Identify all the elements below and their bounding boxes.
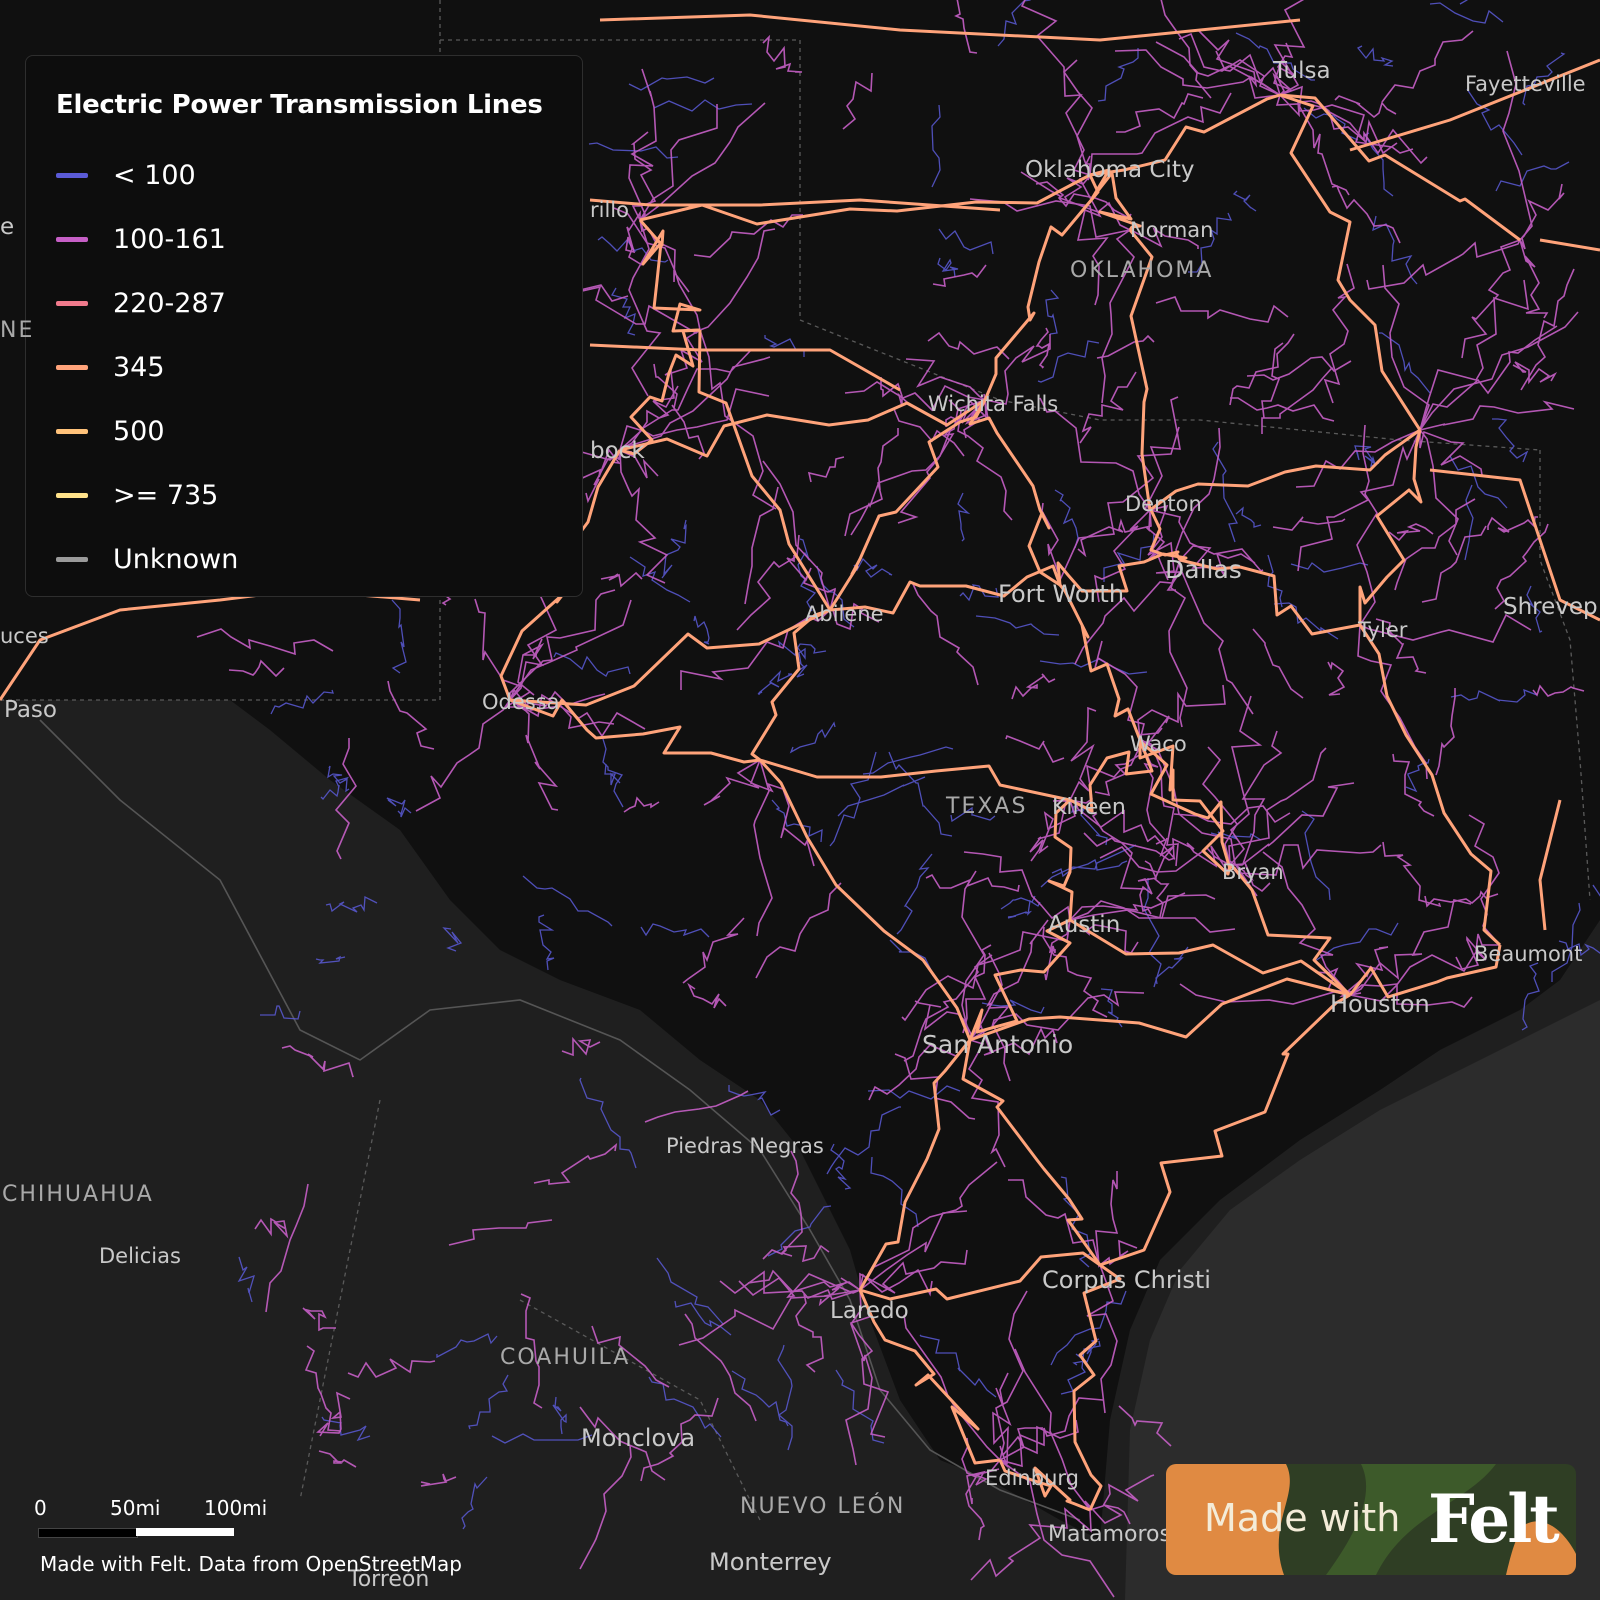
transmission-line <box>302 1307 336 1332</box>
label-killeen: Killeen <box>1052 795 1126 820</box>
transmission-line <box>684 1313 757 1422</box>
transmission-line <box>325 895 378 913</box>
legend-item: 100-161 <box>56 207 552 271</box>
label-oklahoma: OKLAHOMA <box>1070 258 1214 283</box>
label-santa-fe: e <box>0 214 15 240</box>
legend-label: 500 <box>113 415 165 447</box>
scale-segment-dark <box>38 1528 138 1538</box>
label-lubbock: bock <box>590 438 645 464</box>
label-new-mexico: NE <box>0 318 35 343</box>
label-beaumont: Beaumont <box>1474 942 1583 966</box>
transmission-line <box>265 1183 309 1313</box>
scale-bar: 0 50mi 100mi <box>34 1496 278 1538</box>
legend-items: < 100 100-161 220-287 345 500 >= 735 Unknown <box>56 143 552 591</box>
label-edinburg: Edinburg <box>985 1466 1079 1490</box>
label-corpus-christi: Corpus Christi <box>1042 1266 1211 1294</box>
scale-segment-light <box>136 1528 234 1536</box>
label-las-cruces: uces <box>0 624 49 648</box>
legend-item: 500 <box>56 399 552 463</box>
transmission-line <box>552 1396 567 1435</box>
label-coahuila: COAHUILA <box>500 1345 631 1370</box>
transmission-line <box>491 1433 593 1444</box>
legend-label: >= 735 <box>113 479 219 511</box>
transmission-line <box>448 1219 553 1246</box>
legend-swatch <box>56 428 88 434</box>
label-piedras-negras: Piedras Negras <box>666 1134 824 1158</box>
scale-label-mid: 50mi <box>110 1496 161 1520</box>
badge-text: Made with <box>1204 1496 1401 1540</box>
transmission-line <box>436 1333 498 1359</box>
legend-swatch <box>56 172 88 178</box>
label-texas: TEXAS <box>946 794 1028 819</box>
label-san-antonio: San Antonio <box>922 1030 1074 1059</box>
transmission-line <box>442 927 463 952</box>
label-delicias: Delicias <box>99 1244 181 1268</box>
legend-title: Electric Power Transmission Lines <box>56 90 543 120</box>
label-tyler: Tyler <box>1358 618 1408 642</box>
label-oklahoma-city: Oklahoma City <box>1025 157 1195 183</box>
legend-panel: Electric Power Transmission Lines < 100 1… <box>25 55 583 597</box>
transmission-line <box>656 1257 724 1325</box>
transmission-line <box>461 1476 488 1530</box>
label-tulsa: Tulsa <box>1273 58 1331 84</box>
label-austin: Austin <box>1048 912 1121 938</box>
transmission-line <box>318 1450 357 1468</box>
label-shreveport: Shrevep <box>1503 594 1598 620</box>
legend-swatch <box>56 236 88 242</box>
legend-item: >= 735 <box>56 463 552 527</box>
label-fort-worth: Fort Worth <box>998 580 1125 608</box>
label-matamoros: Matamoros <box>1048 1522 1171 1547</box>
legend-label: Unknown <box>113 543 239 575</box>
label-wichita-falls: Wichita Falls <box>928 392 1059 416</box>
transmission-line <box>561 1036 601 1057</box>
legend-item: 345 <box>56 335 552 399</box>
legend-label: < 100 <box>113 159 196 191</box>
transmission-line <box>579 1444 632 1570</box>
label-monterrey: Monterrey <box>709 1548 832 1576</box>
transmission-line <box>254 1217 289 1239</box>
label-dallas: Dallas <box>1165 555 1242 584</box>
label-laredo: Laredo <box>830 1298 909 1324</box>
label-monclova: Monclova <box>581 1424 696 1452</box>
label-bryan: Bryan <box>1222 860 1284 884</box>
legend-swatch <box>56 492 88 498</box>
label-nuevo-leon: NUEVO LEÓN <box>740 1494 906 1519</box>
label-fayetteville: Fayetteville <box>1465 72 1586 96</box>
transmission-line <box>347 1358 436 1379</box>
legend-item: < 100 <box>56 143 552 207</box>
label-waco: Waco <box>1130 732 1187 756</box>
legend-swatch <box>56 300 88 306</box>
legend-label: 220-287 <box>113 287 226 319</box>
transmission-line <box>533 1143 618 1185</box>
label-denton: Denton <box>1125 492 1202 516</box>
legend-item: Unknown <box>56 527 552 591</box>
label-houston: Houston <box>1330 990 1430 1018</box>
made-with-felt-badge[interactable]: Made with Felt <box>1166 1464 1576 1575</box>
transmission-line <box>777 1344 793 1451</box>
label-odessa: Odessa <box>482 690 560 714</box>
felt-logo: Felt <box>1428 1480 1560 1558</box>
legend-item: 220-287 <box>56 271 552 335</box>
label-norman: Norman <box>1130 218 1214 242</box>
legend-label: 345 <box>113 351 165 383</box>
attribution-text: Made with Felt. Data from OpenStreetMap <box>40 1552 462 1576</box>
transmission-line <box>237 1256 255 1303</box>
label-el-paso: Paso <box>4 697 57 723</box>
transmission-line <box>468 1374 509 1430</box>
label-amarillo: rillo <box>590 198 629 222</box>
transmission-line <box>579 1077 637 1169</box>
label-abilene: Abilene <box>805 602 884 626</box>
scale-label-end: 100mi <box>204 1496 268 1520</box>
transmission-line <box>260 1005 301 1020</box>
scale-label-zero: 0 <box>34 1496 47 1520</box>
transmission-line <box>420 1473 457 1487</box>
legend-label: 100-161 <box>113 223 226 255</box>
legend-swatch <box>56 364 88 370</box>
transmission-line <box>315 955 346 964</box>
legend-swatch <box>56 556 88 562</box>
label-chihuahua: CHIHUAHUA <box>2 1182 154 1207</box>
